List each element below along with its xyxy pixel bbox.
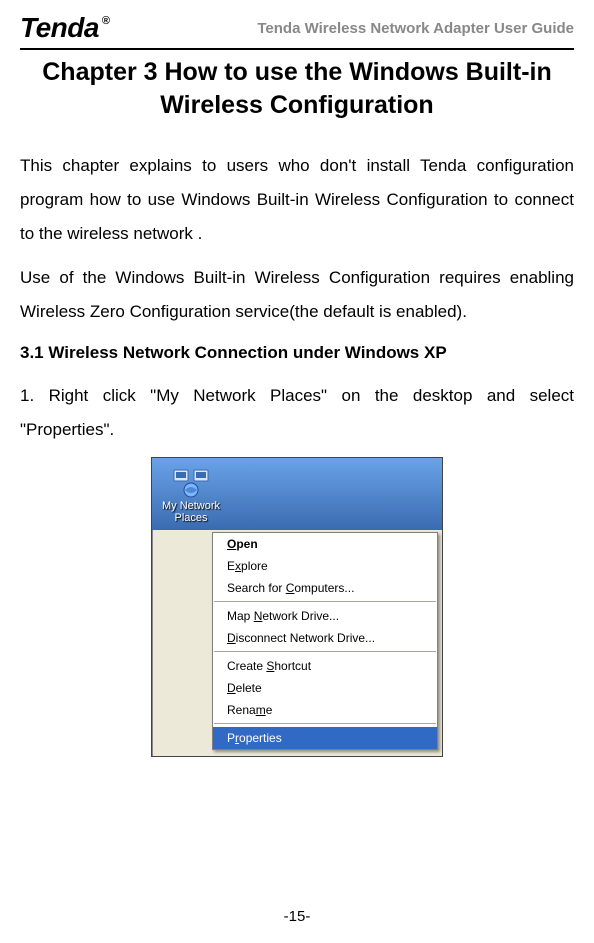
menu-properties[interactable]: Properties (213, 727, 437, 749)
menu-create-shortcut[interactable]: Create Shortcut (213, 655, 437, 677)
menu-separator-3 (214, 723, 436, 725)
menu-open[interactable]: Open (213, 533, 437, 555)
network-places-glyph (172, 464, 210, 498)
context-menu: Open Explore Search for Computers... Map… (212, 532, 438, 750)
chapter-title: Chapter 3 How to use the Windows Built-i… (26, 56, 568, 121)
menu-separator-1 (214, 601, 436, 603)
my-network-places-icon[interactable]: My Network Places (156, 464, 226, 524)
menu-disconnect-drive[interactable]: Disconnect Network Drive... (213, 627, 437, 649)
screenshot-figure: My Network Places Open Explore Search fo… (151, 457, 443, 757)
document-title: Tenda Wireless Network Adapter User Guid… (257, 20, 574, 37)
paragraph-intro-1: This chapter explains to users who don't… (20, 149, 574, 251)
header-rule (20, 48, 574, 50)
menu-search-computers[interactable]: Search for Computers... (213, 577, 437, 599)
menu-rename[interactable]: Rename (213, 699, 437, 721)
brand-text: Tenda (20, 12, 99, 44)
menu-separator-2 (214, 651, 436, 653)
menu-delete[interactable]: Delete (213, 677, 437, 699)
menu-map-drive[interactable]: Map Network Drive... (213, 605, 437, 627)
section-title: 3.1 Wireless Network Connection under Wi… (20, 343, 574, 363)
brand-logo: Tenda® (20, 12, 110, 44)
page-number: -15- (0, 908, 594, 925)
step-1-text: 1. Right click "My Network Places" on th… (20, 379, 574, 447)
paragraph-intro-2: Use of the Windows Built-in Wireless Con… (20, 261, 574, 329)
header-bar: Tenda® Tenda Wireless Network Adapter Us… (20, 12, 574, 44)
desktop-area: My Network Places (152, 458, 442, 530)
menu-explore[interactable]: Explore (213, 555, 437, 577)
desktop-icon-label: My Network Places (156, 500, 226, 524)
